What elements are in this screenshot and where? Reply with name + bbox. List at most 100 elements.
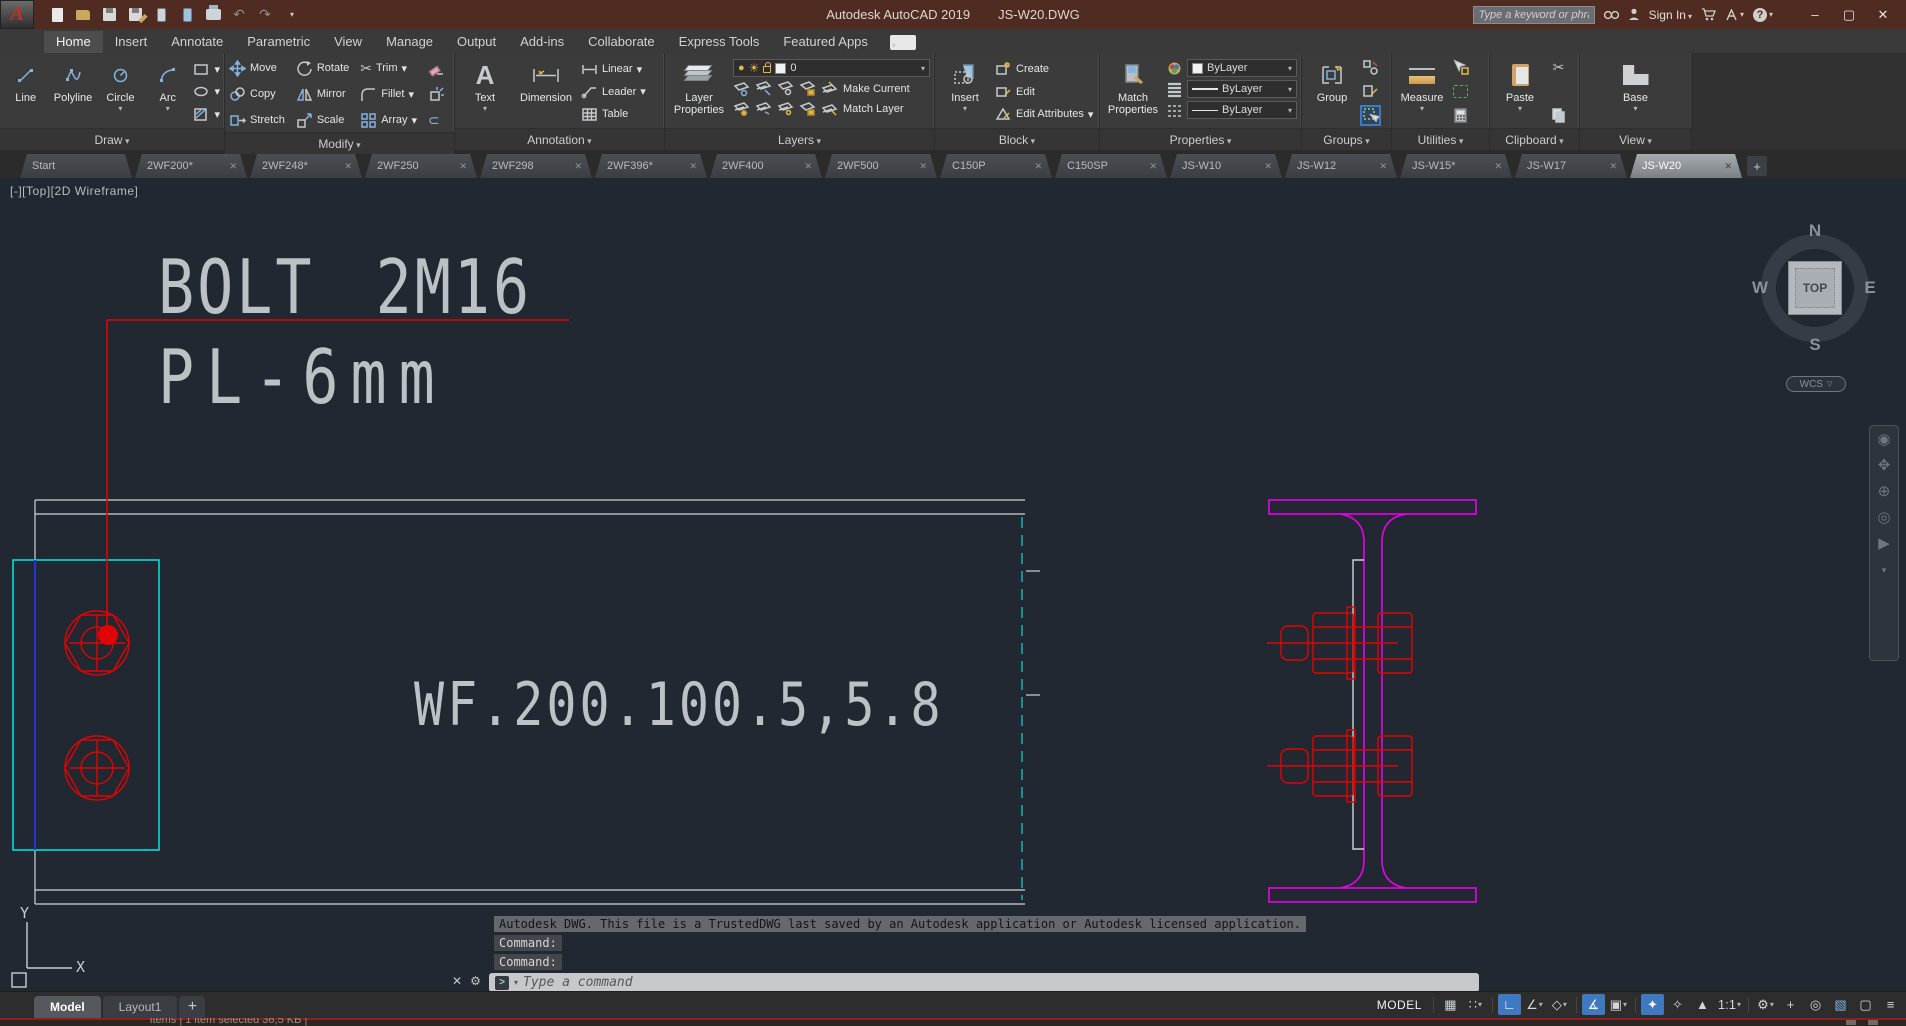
panel-label-properties[interactable]: Properties bbox=[1100, 128, 1301, 150]
ortho-mode-icon[interactable]: ∟ bbox=[1498, 994, 1521, 1015]
rotate-button[interactable]: Rotate bbox=[296, 58, 354, 78]
layer-isolate-icon[interactable] bbox=[755, 80, 772, 97]
scale-button[interactable]: Scale bbox=[296, 110, 354, 130]
match-properties-button[interactable]: Match Properties bbox=[1104, 57, 1162, 128]
layout1-tab[interactable]: Layout1 bbox=[103, 996, 178, 1018]
layer-off-icon[interactable] bbox=[733, 80, 750, 97]
command-history-line[interactable]: Command: bbox=[494, 935, 562, 951]
isolate-objects-icon[interactable]: ◎ bbox=[1804, 994, 1827, 1015]
cut-icon[interactable]: ✂ bbox=[1550, 59, 1567, 76]
copy-clip-icon[interactable] bbox=[1550, 107, 1567, 124]
layer-select-combo[interactable]: ● ☀ 0 ▾ bbox=[733, 59, 930, 77]
viewport-controls[interactable]: [-][Top][2D Wireframe] bbox=[10, 184, 138, 198]
layer-sun-icon[interactable] bbox=[777, 100, 794, 117]
viewcube-west[interactable]: W bbox=[1750, 278, 1770, 298]
measure-dropdown-icon[interactable]: ▾ bbox=[1420, 106, 1424, 112]
viewcube-south[interactable]: S bbox=[1805, 335, 1825, 355]
app-store-cart-icon[interactable] bbox=[1701, 8, 1716, 21]
base-button[interactable]: Base ▾ bbox=[1610, 57, 1662, 128]
object-color-combo[interactable]: ByLayer ▾ bbox=[1187, 59, 1297, 77]
open-web-mobile-icon[interactable] bbox=[152, 7, 170, 23]
group-button[interactable]: Group bbox=[1306, 57, 1358, 128]
erase-button[interactable] bbox=[428, 58, 450, 78]
ribbon-tab-view[interactable]: View bbox=[322, 31, 374, 53]
save-web-mobile-icon[interactable] bbox=[178, 7, 196, 23]
object-snap-tracking-icon[interactable]: ∡ bbox=[1582, 994, 1605, 1015]
arc-button[interactable]: Arc ▾ bbox=[146, 57, 189, 128]
recent-commands-dropdown-icon[interactable]: ▾ bbox=[514, 978, 518, 987]
fillet-button[interactable]: Fillet▾ bbox=[360, 84, 422, 104]
file-tab-start[interactable]: Start bbox=[20, 154, 132, 178]
layer-freeze-icon[interactable] bbox=[777, 80, 794, 97]
ribbon-tab-manage[interactable]: Manage bbox=[374, 31, 445, 53]
edit-attributes-dropdown-icon[interactable]: ▾ bbox=[1088, 108, 1094, 121]
tab-close-icon[interactable]: ✕ bbox=[802, 159, 814, 174]
ribbon-tab-parametric[interactable]: Parametric bbox=[235, 31, 322, 53]
ribbon-tab-home[interactable]: Home bbox=[44, 31, 103, 53]
file-tab-js-w10[interactable]: JS-W10✕ bbox=[1170, 154, 1282, 178]
tab-close-icon[interactable]: ✕ bbox=[687, 159, 699, 174]
tab-close-icon[interactable]: ✕ bbox=[572, 159, 584, 174]
panel-label-view[interactable]: View bbox=[1580, 128, 1691, 150]
tab-close-icon[interactable]: ✕ bbox=[1607, 159, 1619, 174]
plate-section-line[interactable] bbox=[1353, 560, 1364, 849]
new-drawing-icon[interactable] bbox=[48, 7, 66, 23]
showmotion-icon[interactable]: ▶ bbox=[1878, 536, 1890, 552]
layer-freeze-sun-icon[interactable]: ☀ bbox=[749, 61, 760, 75]
ribbon-display-toggle-icon[interactable] bbox=[890, 35, 916, 50]
panel-label-annotation[interactable]: Annotation bbox=[455, 128, 664, 150]
panel-label-modify[interactable]: Modify bbox=[225, 132, 454, 154]
annotation-monitor-icon[interactable]: + bbox=[1779, 994, 1802, 1015]
file-tab-js-w15[interactable]: JS-W15*✕ bbox=[1400, 154, 1512, 178]
stretch-button[interactable]: Stretch bbox=[229, 110, 290, 130]
viewcube-north[interactable]: N bbox=[1805, 221, 1825, 241]
snap-mode-icon[interactable]: ∷▾ bbox=[1464, 994, 1487, 1015]
move-button[interactable]: Move bbox=[229, 58, 290, 78]
table-button[interactable]: Table bbox=[581, 104, 660, 124]
zoom-icon[interactable]: ⊕ bbox=[1878, 484, 1891, 500]
tab-close-icon[interactable]: ✕ bbox=[917, 159, 929, 174]
polar-tracking-icon[interactable]: ∠▾ bbox=[1523, 994, 1546, 1015]
ungroup-icon[interactable] bbox=[1362, 59, 1379, 76]
object-color-dropdown-icon[interactable]: ▾ bbox=[1288, 64, 1292, 73]
text-dropdown-icon[interactable]: ▾ bbox=[483, 106, 487, 112]
select-objects-icon[interactable] bbox=[1452, 83, 1469, 100]
match-layer-button[interactable]: Match Layer bbox=[843, 103, 904, 115]
command-customize-icon[interactable]: ⚙ bbox=[470, 974, 481, 988]
wcs-menu-button[interactable]: WCS▽ bbox=[1786, 376, 1846, 392]
ribbon-tab-express-tools[interactable]: Express Tools bbox=[667, 31, 772, 53]
file-tab-c150p[interactable]: C150P✕ bbox=[940, 154, 1052, 178]
plate-annotation-text[interactable]: PL-6mm bbox=[158, 334, 447, 422]
rectangle-tool-button[interactable]: ▾ bbox=[193, 59, 220, 79]
ribbon-tab-featured-apps[interactable]: Featured Apps bbox=[771, 31, 880, 53]
block-edit-button[interactable]: Edit bbox=[995, 82, 1095, 102]
command-history-trusted-line[interactable]: Autodesk DWG. This file is a TrustedDWG … bbox=[494, 916, 1306, 932]
ribbon-tab-annotate[interactable]: Annotate bbox=[159, 31, 235, 53]
open-drawing-icon[interactable] bbox=[74, 7, 92, 23]
panel-label-utilities[interactable]: Utilities bbox=[1392, 128, 1489, 150]
save-icon[interactable] bbox=[100, 7, 118, 23]
viewcube-east[interactable]: E bbox=[1860, 278, 1880, 298]
layer-properties-button[interactable]: Layer Properties bbox=[669, 57, 729, 128]
close-button[interactable]: ✕ bbox=[1866, 2, 1900, 27]
navigation-bar[interactable]: ◉ ✥ ⊕ ◎ ▶ ▾ bbox=[1869, 425, 1899, 661]
edit-attributes-button[interactable]: Edit Attributes▾ bbox=[995, 104, 1095, 124]
graphics-performance-icon[interactable]: ▧ bbox=[1829, 994, 1852, 1015]
offset-button[interactable]: ⊂ bbox=[428, 110, 450, 130]
array-button[interactable]: Array▾ bbox=[360, 110, 422, 130]
circle-dropdown-icon[interactable]: ▾ bbox=[118, 106, 122, 112]
tab-close-icon[interactable]: ✕ bbox=[1377, 159, 1389, 174]
new-drawing-tab-button[interactable]: + bbox=[1747, 156, 1767, 176]
file-tab-2wf500[interactable]: 2WF500✕ bbox=[825, 154, 937, 178]
linear-button[interactable]: Linear▾ bbox=[581, 59, 660, 79]
ribbon-tab-insert[interactable]: Insert bbox=[103, 31, 160, 53]
file-tab-2wf400[interactable]: 2WF400✕ bbox=[710, 154, 822, 178]
annotation-scale-icon[interactable]: ▲ bbox=[1691, 994, 1714, 1015]
bolt-plan-2[interactable] bbox=[65, 736, 129, 800]
panel-label-draw[interactable]: Draw bbox=[0, 128, 224, 150]
color-wheel-icon[interactable] bbox=[1166, 60, 1183, 77]
tab-close-icon[interactable]: ✕ bbox=[227, 159, 239, 174]
tab-close-icon[interactable]: ✕ bbox=[342, 159, 354, 174]
viewcube-top-face[interactable]: TOP bbox=[1788, 261, 1842, 315]
pan-icon[interactable]: ✥ bbox=[1878, 458, 1891, 474]
